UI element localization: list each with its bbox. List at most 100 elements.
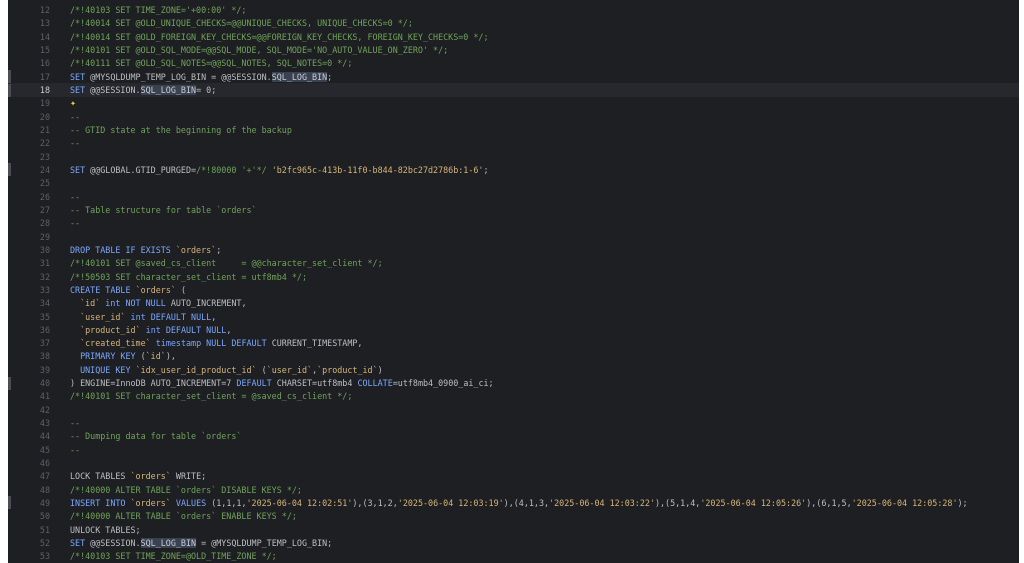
code-line[interactable]: 14 /*!40014 SET @OLD_FOREIGN_KEY_CHECKS=@…	[8, 30, 1019, 43]
code-token: 'b2fc965c-413b-11f0-b844-82bc27d2786b:1-…	[271, 164, 484, 175]
code-token: /*!40014 SET @OLD_UNIQUE_CHECKS=@@UNIQUE…	[70, 18, 413, 29]
code-line[interactable]: 24 SET @@GLOBAL.GTID_PURGED=/*!80000 '+'*…	[8, 163, 1019, 177]
code-line[interactable]: 42	[8, 403, 1019, 416]
code-token: = @MYSQLDUMP_TEMP_LOG_BIN;	[196, 537, 333, 548]
code-line[interactable]: 40) ENGINE=InnoDB AUTO_INCREMENT=7 DEFAU…	[8, 376, 1019, 390]
code-line[interactable]: 16 /*!40111 SET @OLD_SQL_NOTES=@@SQL_NOTE…	[8, 57, 1019, 70]
code-line[interactable]: 12 /*!40103 SET TIME_ZONE='+00:00' */;	[8, 4, 1019, 17]
code-token: `created_time`	[80, 338, 151, 349]
code-line[interactable]: 15 /*!40101 SET @OLD_SQL_MODE=@@SQL_MODE,…	[8, 43, 1019, 56]
code-line[interactable]: 46	[8, 456, 1019, 469]
code-line[interactable]: 44 -- Dumping data for table `orders`	[8, 430, 1019, 443]
code-token: '2025-06-04 12:05:26'	[700, 497, 807, 508]
code-token: INSERT INTO	[70, 497, 131, 508]
code-token: SQL_LOG_BIN	[140, 537, 197, 548]
code-line[interactable]: 18 SET @@SESSION.SQL_LOG_BIN= 0;	[8, 83, 1019, 97]
code-line[interactable]: 41 /*!40101 SET character_set_client = @s…	[8, 390, 1019, 403]
code-line[interactable]: 30 DROP TABLE IF EXISTS `orders`;	[8, 243, 1019, 256]
code-text: INSERT INTO `orders` VALUES (1,1,1,'2025…	[70, 498, 968, 508]
code-line[interactable]: 28 --	[8, 217, 1019, 230]
code-token: SET	[70, 537, 91, 548]
code-line[interactable]: 45 --	[8, 443, 1019, 456]
code-line[interactable]: 33 CREATE TABLE `orders` (	[8, 283, 1019, 296]
code-line[interactable]: 13 /*!40014 SET @OLD_UNIQUE_CHECKS=@@UNIQ…	[8, 17, 1019, 30]
code-line[interactable]: 31 /*!40101 SET @saved_cs_client = @@char…	[8, 257, 1019, 270]
code-token: SQL_LOG_BIN	[140, 85, 197, 96]
line-number: 22	[39, 138, 50, 149]
line-number: 19	[39, 98, 50, 109]
code-line[interactable]: 34 `id` int NOT NULL AUTO_INCREMENT,	[8, 297, 1019, 310]
code-text: /*!40103 SET TIME_ZONE='+00:00' */;	[70, 5, 246, 15]
code-token: AUTO_INCREMENT,	[170, 298, 247, 309]
code-line[interactable]: 32 /*!50503 SET character_set_client = ut…	[8, 270, 1019, 283]
code-token: DEFAULT	[236, 378, 277, 389]
code-line[interactable]: 36 `product_id` int DEFAULT NULL,	[8, 323, 1019, 336]
code-token: @@SESSION.	[90, 537, 141, 548]
code-line[interactable]: 26 --	[8, 190, 1019, 203]
code-token: /*!40101 SET character_set_client = @sav…	[70, 391, 353, 402]
line-number: 37	[39, 338, 50, 349]
code-line[interactable]: 51 UNLOCK TABLES;	[8, 523, 1019, 536]
code-line[interactable]: 27 -- Table structure for table `orders`	[8, 203, 1019, 216]
line-number: 33	[39, 284, 50, 295]
line-number: 42	[39, 404, 50, 415]
code-line[interactable]: 21 -- GTID state at the beginning of the …	[8, 123, 1019, 136]
code-line[interactable]: 39 UNIQUE KEY `idx_user_id_product_id` (…	[8, 363, 1019, 376]
code-token: COLLATE	[357, 378, 393, 389]
code-line[interactable]: 47 LOCK TABLES `orders` WRITE;	[8, 470, 1019, 483]
code-line[interactable]: 52 SET @@SESSION.SQL_LOG_BIN = @MYSQLDUMP…	[8, 536, 1019, 549]
line-number: 20	[39, 111, 50, 122]
code-editor[interactable]: 12 /*!40103 SET TIME_ZONE='+00:00' */; 13 /…	[8, 0, 1019, 563]
code-token: /*!50503 SET character_set_client = utf8…	[70, 271, 307, 282]
line-number: 40	[39, 378, 50, 389]
code-token: `orders`	[130, 497, 171, 508]
line-number: 38	[39, 351, 50, 362]
code-line[interactable]: 35 `user_id` int DEFAULT NULL,	[8, 310, 1019, 323]
code-line[interactable]: 25	[8, 177, 1019, 190]
code-line[interactable]: 38 PRIMARY KEY (`id`),	[8, 350, 1019, 363]
code-token: --	[70, 444, 81, 455]
code-token: `orders`	[130, 471, 171, 482]
code-token: (	[175, 284, 186, 295]
code-text: --	[70, 418, 80, 428]
code-line[interactable]: 53 /*!40103 SET TIME_ZONE=@OLD_TIME_ZONE …	[8, 550, 1019, 563]
code-token: /*!40111 SET @OLD_SQL_NOTES=@@SQL_NOTES,…	[70, 58, 353, 69]
line-number: 30	[39, 244, 50, 255]
code-line[interactable]: 48 /*!40000 ALTER TABLE `orders` DISABLE …	[8, 483, 1019, 496]
gutter-change-marker	[8, 70, 11, 84]
code-text: UNLOCK TABLES;	[70, 525, 141, 535]
code-token: DROP TABLE IF EXISTS	[70, 244, 176, 255]
code-line[interactable]: 19 ✦	[8, 97, 1019, 110]
code-token: ,	[211, 311, 217, 322]
code-line[interactable]: 49 INSERT INTO `orders` VALUES (1,1,1,'20…	[8, 496, 1019, 510]
code-text: /*!40111 SET @OLD_SQL_NOTES=@@SQL_NOTES,…	[70, 58, 352, 68]
code-token: /*!40101 SET @OLD_SQL_MODE=@@SQL_MODE, S…	[70, 45, 449, 56]
code-token: SET	[70, 71, 91, 82]
code-line[interactable]: 29	[8, 230, 1019, 243]
sparkle-icon: ✦	[70, 97, 77, 109]
code-line[interactable]: 17 SET @MYSQLDUMP_TEMP_LOG_BIN = @@SESSIO…	[8, 70, 1019, 84]
code-token: `id`	[145, 351, 166, 362]
code-line[interactable]: 22 --	[8, 137, 1019, 150]
code-line[interactable]: 23	[8, 150, 1019, 163]
code-text: PRIMARY KEY (`id`),	[70, 351, 176, 361]
code-token: ),(6,1,5,	[806, 497, 852, 508]
code-token: CURRENT_TIMESTAMP,	[271, 338, 363, 349]
code-line[interactable]: 43 --	[8, 416, 1019, 429]
gutter-change-marker	[8, 376, 11, 390]
line-number: 27	[39, 204, 50, 215]
code-line[interactable]: 37 `created_time` timestamp NULL DEFAULT…	[8, 337, 1019, 350]
code-token: ,	[226, 324, 232, 335]
code-token: /*!40103 SET TIME_ZONE='+00:00' */;	[70, 5, 247, 16]
code-token: SET	[70, 164, 91, 175]
code-token: `product_id`	[80, 324, 141, 335]
line-number: 17	[39, 71, 50, 82]
line-number: 51	[39, 524, 50, 535]
code-line[interactable]: 20 --	[8, 110, 1019, 123]
code-token: `user_id`	[266, 364, 313, 375]
code-line[interactable]: 50 /*!40000 ALTER TABLE `orders` ENABLE K…	[8, 510, 1019, 523]
code-text: DROP TABLE IF EXISTS `orders`;	[70, 245, 221, 255]
gutter-change-marker	[8, 83, 11, 97]
code-token: int DEFAULT NULL	[140, 324, 227, 335]
code-token: /*!80000 '+'*/	[196, 164, 267, 175]
